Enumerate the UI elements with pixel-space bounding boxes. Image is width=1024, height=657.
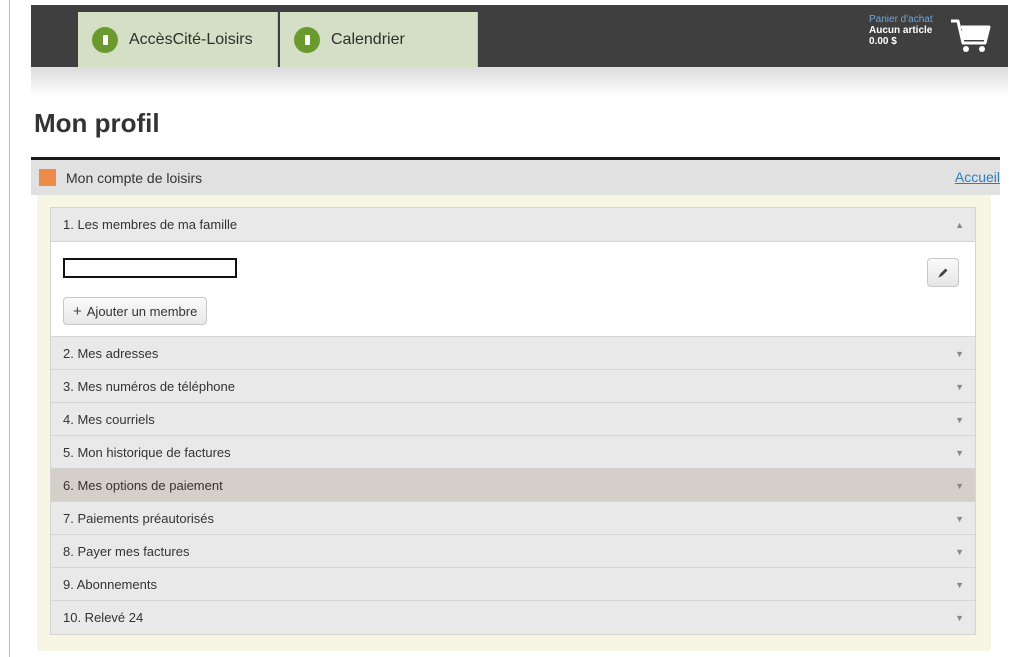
nav-tab-label: AccèsCité-Loisirs <box>129 30 253 48</box>
header-shadow <box>31 67 1008 97</box>
add-member-label: Ajouter un membre <box>86 303 198 319</box>
expand-arrow-icon: ▼ <box>955 349 964 359</box>
account-header: Mon compte de loisirs Accueil <box>31 160 1000 195</box>
expand-arrow-icon: ▼ <box>955 415 964 425</box>
nav-tab-accescite-loisirs[interactable]: AccèsCité-Loisirs <box>78 12 278 67</box>
section-square-icon <box>39 169 56 186</box>
accordion-header-releve[interactable]: 10. Relevé 24 ▼ <box>51 601 975 634</box>
expand-arrow-icon: ▼ <box>955 382 964 392</box>
accordion-label: 7. Paiements préautorisés <box>63 511 215 526</box>
accordion-header-abonnements[interactable]: 9. Abonnements ▼ <box>51 568 975 601</box>
accordion-header-famille[interactable]: 1. Les membres de ma famille ▲ <box>51 208 975 242</box>
cart-title[interactable]: Panier d'achat <box>869 14 933 25</box>
accordion-label: 6. Mes options de paiement <box>63 478 223 493</box>
page-title: Mon profil <box>34 108 160 138</box>
accordion-header-adresses[interactable]: 2. Mes adresses ▼ <box>51 337 975 370</box>
plus-icon: + <box>73 302 82 320</box>
expand-arrow-icon: ▼ <box>955 514 964 524</box>
accordion-label: 9. Abonnements <box>63 577 157 592</box>
accordion-header-factures[interactable]: 5. Mon historique de factures ▼ <box>51 436 975 469</box>
accescite-logo-icon <box>294 26 320 53</box>
accordion-body-famille: + Ajouter un membre <box>51 242 975 337</box>
accordion-header-telephone[interactable]: 3. Mes numéros de téléphone ▼ <box>51 370 975 403</box>
accordion-label: 8. Payer mes factures <box>63 544 190 559</box>
expand-arrow-icon: ▼ <box>955 547 964 557</box>
family-member-field[interactable] <box>63 258 237 278</box>
collapse-arrow-icon: ▲ <box>955 220 964 230</box>
nav-tab-label: Calendrier <box>331 30 405 48</box>
edit-member-button[interactable] <box>927 258 959 287</box>
accordion-header-payer[interactable]: 8. Payer mes factures ▼ <box>51 535 975 568</box>
accordion-header-paiement[interactable]: 6. Mes options de paiement ▼ <box>51 469 975 502</box>
accordion-label: 4. Mes courriels <box>63 412 155 427</box>
page-left-border <box>9 0 10 657</box>
cart-total: 0.00 $ <box>869 36 897 47</box>
accordion-label: 1. Les membres de ma famille <box>63 217 238 232</box>
cart-summary[interactable]: Panier d'achat Aucun article 0.00 $ <box>869 14 933 47</box>
home-link[interactable]: Accueil <box>955 169 1000 185</box>
add-member-button[interactable]: + Ajouter un membre <box>63 297 208 325</box>
nav-tab-calendrier[interactable]: Calendrier <box>280 12 478 67</box>
accordion-header-preautorises[interactable]: 7. Paiements préautorisés ▼ <box>51 502 975 535</box>
accordion-label: 3. Mes numéros de téléphone <box>63 379 235 394</box>
expand-arrow-icon: ▼ <box>955 613 964 623</box>
accordion-label: 10. Relevé 24 <box>63 610 144 625</box>
accordion-label: 2. Mes adresses <box>63 346 159 361</box>
profile-accordion: 1. Les membres de ma famille ▲ + Ajouter… <box>50 207 976 635</box>
accordion-label: 5. Mon historique de factures <box>63 445 231 460</box>
accescite-logo-icon <box>92 26 118 53</box>
pencil-icon <box>938 268 948 277</box>
shopping-cart-icon[interactable] <box>949 15 993 55</box>
account-title: Mon compte de loisirs <box>66 170 203 186</box>
top-navigation-bar: AccèsCité-Loisirs Calendrier Panier d'ac… <box>31 5 1008 67</box>
cart-item-count: Aucun article <box>869 25 933 36</box>
expand-arrow-icon: ▼ <box>955 580 964 590</box>
expand-arrow-icon: ▼ <box>955 448 964 458</box>
accordion-header-courriels[interactable]: 4. Mes courriels ▼ <box>51 403 975 436</box>
expand-arrow-icon: ▼ <box>955 481 964 491</box>
